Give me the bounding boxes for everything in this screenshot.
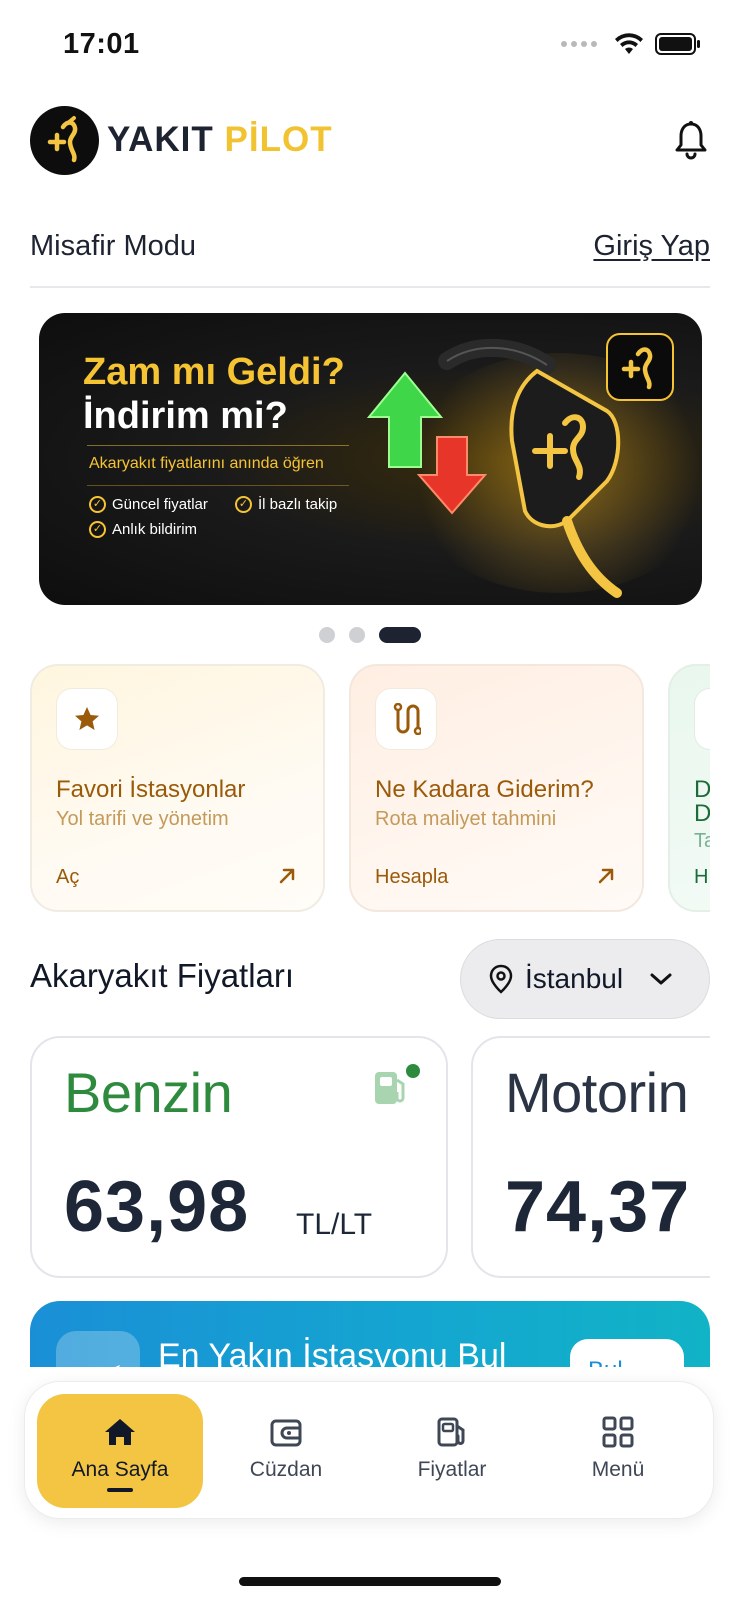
battery-icon bbox=[655, 33, 700, 55]
brand-name: YAKIT PİLOT bbox=[107, 120, 333, 160]
guest-mode-row: Misafir Modu Giriş Yap bbox=[30, 226, 710, 288]
banner-subtitle: Akaryakıt fiyatlarını anında öğren bbox=[89, 455, 324, 472]
fuel-pump-icon bbox=[375, 1072, 405, 1104]
promo-banner[interactable]: Zam mı Geldi? İndirim mi? Akaryakıt fiya… bbox=[39, 313, 702, 605]
chevron-down-icon bbox=[650, 973, 672, 985]
route-icon bbox=[375, 688, 437, 750]
card-action-label[interactable]: H bbox=[694, 866, 708, 889]
nav-label: Ana Sayfa bbox=[71, 1458, 169, 1481]
card-title: Ne Kadara Giderim? bbox=[375, 776, 594, 803]
card-subtitle: Rota maliyet tahmini bbox=[375, 808, 557, 830]
banner-title-line2: İndirim mi? bbox=[83, 395, 288, 437]
partial-icon bbox=[694, 688, 710, 750]
card-subtitle: Yol tarifi ve yönetim bbox=[56, 808, 229, 830]
bottom-navigation: Ana Sayfa Cüzdan Fiyatlar Menü bbox=[24, 1381, 714, 1519]
app-header: YAKIT PİLOT bbox=[30, 106, 710, 178]
location-pin-icon bbox=[489, 964, 513, 994]
nav-wallet[interactable]: Cüzdan bbox=[203, 1394, 369, 1508]
nav-prices[interactable]: Fiyatlar bbox=[369, 1394, 535, 1508]
cellular-signal-icon bbox=[561, 41, 597, 47]
fuel-prices-carousel: Benzin 63,98 TL/LT Motorin 74,37 bbox=[30, 1036, 710, 1280]
partial-card[interactable]: D D Ta H bbox=[668, 664, 710, 912]
pagination-dot-active[interactable] bbox=[379, 627, 421, 643]
fuel-pump-icon bbox=[437, 1417, 465, 1447]
banner-divider bbox=[87, 485, 349, 486]
quick-actions-carousel: Favori İstasyonlar Yol tarifi ve yönetim… bbox=[30, 664, 710, 914]
banner-feature-label: İl bazlı takip bbox=[258, 496, 338, 513]
status-icons bbox=[561, 32, 701, 56]
check-icon: ✓ bbox=[235, 496, 252, 513]
section-title: Akaryakıt Fiyatları bbox=[30, 957, 295, 994]
brand-name-part2: PİLOT bbox=[224, 120, 333, 159]
route-cost-card[interactable]: Ne Kadara Giderim? Rota maliyet tahmini … bbox=[349, 664, 644, 912]
price-card-motorin[interactable]: Motorin 74,37 bbox=[471, 1036, 710, 1278]
fuel-nozzle-logo-icon bbox=[30, 106, 99, 175]
nav-label: Menü bbox=[591, 1458, 645, 1481]
banner-feature: ✓ İl bazlı takip bbox=[235, 496, 337, 513]
arrow-up-right-icon bbox=[598, 868, 614, 884]
arrow-up-right-icon bbox=[279, 868, 295, 884]
grid-icon bbox=[602, 1416, 634, 1448]
banner-title-line1: Zam mı Geldi? bbox=[83, 351, 345, 393]
wallet-icon bbox=[270, 1419, 302, 1447]
banner-feature: ✓ Güncel fiyatlar bbox=[89, 496, 208, 513]
banner-feature-label: Güncel fiyatlar bbox=[112, 496, 208, 513]
favorite-stations-card[interactable]: Favori İstasyonlar Yol tarifi ve yönetim… bbox=[30, 664, 325, 912]
card-action-label[interactable]: Aç bbox=[56, 866, 79, 889]
fuel-price-value: 74,37 bbox=[505, 1167, 691, 1247]
status-dot bbox=[406, 1064, 420, 1078]
city-name: İstanbul bbox=[525, 963, 624, 994]
login-link[interactable]: Giriş Yap bbox=[593, 230, 710, 263]
nav-label: Cüzdan bbox=[249, 1458, 323, 1481]
check-icon: ✓ bbox=[89, 496, 106, 513]
fuel-nozzle-illustration bbox=[438, 338, 622, 598]
banner-feature-label: Anlık bildirim bbox=[112, 521, 198, 538]
card-action-label[interactable]: Hesapla bbox=[375, 866, 448, 889]
star-icon bbox=[56, 688, 118, 750]
pagination-dot[interactable] bbox=[349, 627, 365, 643]
status-time: 17:01 bbox=[63, 28, 140, 60]
nav-label: Fiyatlar bbox=[417, 1458, 487, 1481]
home-icon bbox=[105, 1419, 135, 1445]
city-dropdown[interactable]: İstanbul bbox=[460, 939, 710, 1019]
fuel-name: Benzin bbox=[64, 1061, 233, 1124]
price-card-benzin[interactable]: Benzin 63,98 TL/LT bbox=[30, 1036, 448, 1278]
home-indicator[interactable] bbox=[239, 1577, 501, 1586]
wifi-icon bbox=[615, 33, 643, 54]
banner-feature: ✓ Anlık bildirim bbox=[89, 521, 197, 538]
pagination-dot[interactable] bbox=[319, 627, 335, 643]
card-title-line2: D bbox=[694, 800, 710, 827]
brand-name-part1: YAKIT bbox=[107, 120, 214, 159]
active-indicator bbox=[107, 1488, 133, 1492]
fuel-nozzle-logo-icon bbox=[606, 333, 674, 401]
check-icon: ✓ bbox=[89, 521, 106, 538]
card-title: Favori İstasyonlar bbox=[56, 776, 246, 803]
guest-mode-label: Misafir Modu bbox=[30, 230, 196, 262]
nav-menu[interactable]: Menü bbox=[535, 1394, 701, 1508]
bell-icon[interactable] bbox=[674, 120, 708, 165]
banner-pagination bbox=[319, 627, 421, 643]
nav-home[interactable]: Ana Sayfa bbox=[37, 1394, 203, 1508]
fuel-price-value: 63,98 bbox=[64, 1167, 250, 1247]
banner-divider bbox=[87, 445, 349, 446]
fuel-price-unit: TL/LT bbox=[296, 1208, 373, 1241]
card-subtitle: Ta bbox=[694, 830, 710, 852]
status-bar: 17:01 bbox=[0, 0, 739, 90]
fuel-name: Motorin bbox=[505, 1061, 689, 1124]
